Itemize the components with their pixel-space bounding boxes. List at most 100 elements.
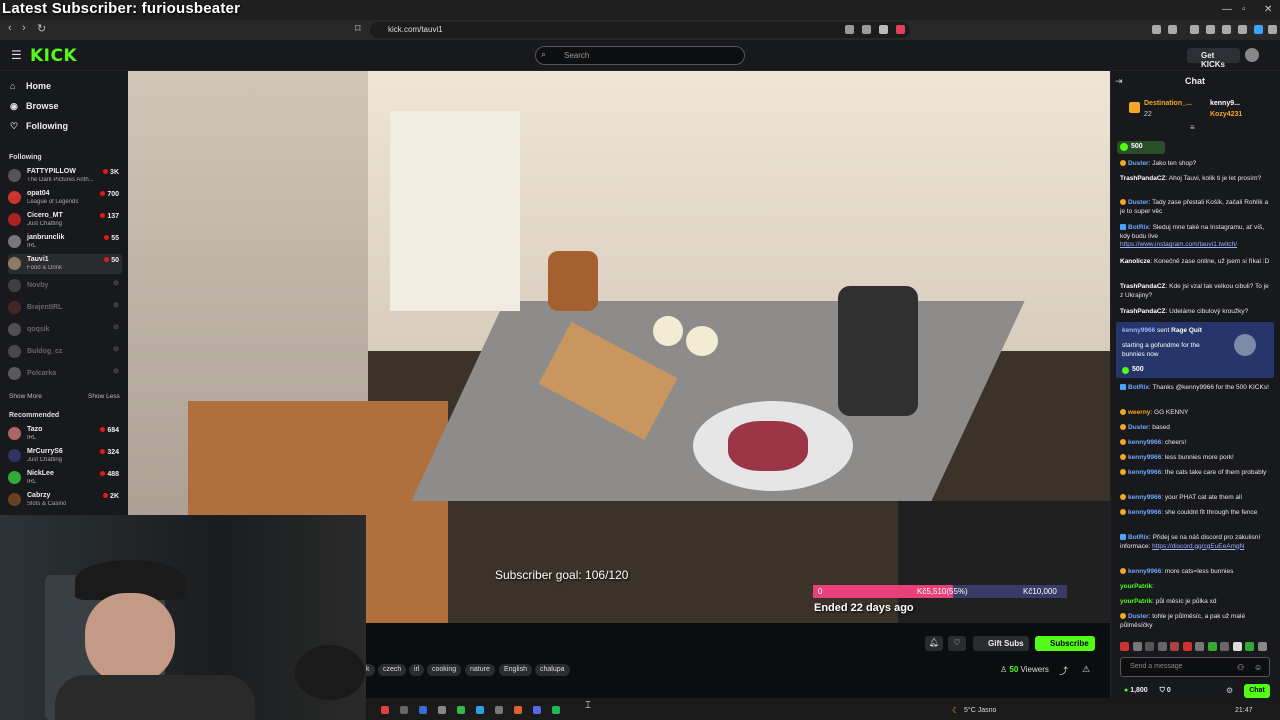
share-icon[interactable] — [862, 25, 871, 34]
translate-icon[interactable] — [845, 25, 854, 34]
notification-bell-icon[interactable]: 🔔︎ — [925, 636, 943, 651]
app-icon[interactable] — [514, 706, 522, 714]
forward-icon[interactable]: › — [22, 22, 26, 34]
app-icon[interactable] — [457, 706, 465, 714]
tag-chip[interactable]: nature — [465, 664, 495, 676]
chat-username[interactable]: BotRix — [1128, 384, 1149, 391]
brave-icon[interactable] — [381, 706, 389, 714]
chat-input[interactable]: Send a message — [1120, 657, 1270, 677]
emoji-icon[interactable]: ☺ — [1254, 663, 1262, 672]
chat-username[interactable]: Kanolicze — [1120, 258, 1150, 265]
chat-username[interactable]: kenny9966 — [1128, 439, 1161, 446]
following-channel[interactable]: Tauvi1 Food & Drink 50 — [8, 254, 122, 274]
wallet-icon[interactable] — [1238, 25, 1247, 34]
recommended-channel[interactable]: NickLee IRL 488 — [8, 468, 122, 488]
chat-username[interactable]: kenny9966 — [1128, 568, 1161, 575]
subscribe-button[interactable]: Subscribe — [1035, 636, 1095, 651]
chat-username[interactable]: TrashPandaCZ — [1120, 175, 1166, 182]
following-channel[interactable]: janbrunclik IRL 55 — [8, 232, 122, 252]
extension-icon[interactable] — [1222, 25, 1231, 34]
chat-username[interactable]: kenny9966 — [1128, 509, 1161, 516]
chat-username[interactable]: BotRix — [1128, 224, 1149, 231]
chat-username[interactable]: Duster — [1128, 613, 1149, 620]
emote-icon[interactable] — [1195, 642, 1204, 651]
following-channel[interactable]: Buldog_cz ⊘ — [8, 342, 122, 362]
following-channel[interactable]: Cicero_MT Just Chatting 137 — [8, 210, 122, 230]
rage-quit-user[interactable]: kenny9966 — [1122, 327, 1155, 334]
chat-username[interactable]: kenny9966 — [1128, 494, 1161, 501]
recommended-channel[interactable]: Tazo IRL 684 — [8, 424, 122, 444]
app-icon[interactable] — [476, 706, 484, 714]
emote-icon[interactable] — [1257, 642, 1267, 651]
app-icon[interactable] — [495, 706, 503, 714]
get-kicks-button[interactable]: Get KICKs — [1187, 48, 1240, 69]
url-field[interactable]: kick.com/tauvi1 — [370, 22, 910, 38]
reload-icon[interactable]: ↻ — [37, 22, 46, 35]
emote-icon[interactable] — [1157, 642, 1167, 651]
chat-username[interactable]: Duster — [1128, 199, 1149, 206]
emote-icon[interactable] — [1145, 642, 1154, 651]
sidebar-toggle-icon[interactable] — [1206, 25, 1215, 34]
extension-icon[interactable] — [896, 25, 905, 34]
maximize-icon[interactable]: ▫ — [1242, 4, 1246, 15]
chat-username[interactable]: yourPatrik — [1120, 583, 1152, 590]
kicks-balance[interactable]: ● 1,800 ⛉ 0 — [1124, 687, 1171, 695]
tag-chip[interactable]: chalupa — [535, 664, 570, 676]
emote-icon[interactable] — [1120, 642, 1129, 651]
app-icon[interactable] — [438, 706, 446, 714]
chat-username[interactable]: TrashPandaCZ — [1120, 283, 1166, 290]
chat-username[interactable]: yourPatrik — [1120, 598, 1152, 605]
following-channel[interactable]: BrajentIRL ⊘ — [8, 298, 122, 318]
emote-icon[interactable] — [1170, 642, 1179, 651]
chat-username[interactable]: Duster — [1128, 160, 1149, 167]
chat-username[interactable]: BotRix — [1128, 534, 1149, 541]
send-chat-button[interactable]: Chat — [1244, 684, 1270, 698]
bookmark-icon[interactable]: ⌑ — [355, 22, 361, 35]
nav-browse[interactable]: ◉ Browse — [10, 101, 59, 112]
chat-username[interactable]: TrashPandaCZ — [1120, 308, 1166, 315]
tag-chip[interactable]: cooking — [427, 664, 462, 676]
user-avatar[interactable] — [1245, 48, 1259, 62]
show-more-link[interactable]: Show More — [9, 393, 42, 400]
nav-following[interactable]: ♡ Following — [10, 121, 68, 132]
spotify-icon[interactable] — [552, 706, 560, 714]
following-channel[interactable]: opat04 League of Legends 700 — [8, 188, 122, 208]
app-icon[interactable] — [400, 706, 408, 714]
close-icon[interactable]: ✕ — [1264, 4, 1272, 15]
extension-icon[interactable] — [1152, 25, 1161, 34]
expand-icon[interactable]: ≡ — [1190, 123, 1195, 132]
search-input[interactable]: Search — [535, 46, 745, 65]
tag-chip[interactable]: English — [499, 664, 532, 676]
tag-chip[interactable]: irl — [409, 664, 425, 676]
chat-username[interactable]: Duster — [1128, 424, 1149, 431]
show-less-link[interactable]: Show Less — [88, 393, 120, 400]
minimize-icon[interactable]: — — [1222, 4, 1232, 15]
app-icon[interactable] — [419, 706, 427, 714]
following-channel[interactable]: FATTYPILLOW The Dark Pictures Anth... 3K — [8, 166, 122, 186]
emote-picker-icon[interactable]: ⚇ — [1237, 663, 1244, 672]
follow-heart-icon[interactable]: ♡ — [948, 636, 966, 651]
collapse-chat-icon[interactable]: ⇥ — [1115, 76, 1123, 87]
supporter-name[interactable]: Kozy4231 — [1210, 111, 1242, 118]
emote-icon[interactable] — [1245, 642, 1254, 651]
emote-icon[interactable] — [1207, 642, 1217, 651]
vpn-icon[interactable] — [1254, 25, 1263, 34]
emote-icon[interactable] — [1132, 642, 1142, 651]
kick-logo[interactable]: KICK — [30, 46, 77, 66]
top-supporter-name[interactable]: Destination_... — [1144, 100, 1192, 107]
extension-icon[interactable] — [1168, 25, 1177, 34]
back-icon[interactable]: ‹ — [8, 22, 12, 34]
chat-link[interactable]: https://discord.gg/cgEuEeAmgN — [1152, 543, 1244, 550]
report-icon[interactable]: ⚠ — [1082, 664, 1090, 675]
chat-username[interactable]: weerny — [1128, 409, 1150, 416]
chat-username[interactable]: kenny9966 — [1128, 454, 1161, 461]
gift-subs-button[interactable]: Gift Subs — [973, 636, 1029, 651]
chat-username[interactable]: kenny9966 — [1128, 469, 1161, 476]
menu-icon[interactable] — [1268, 25, 1277, 34]
share-icon[interactable]: ⤴ — [1059, 664, 1068, 677]
shield-icon[interactable] — [879, 25, 888, 34]
hamburger-menu-icon[interactable]: ☰ — [11, 48, 22, 62]
extension-icon[interactable] — [1190, 25, 1199, 34]
emote-icon[interactable] — [1232, 642, 1242, 651]
chat-link[interactable]: https://www.instagram.com/tauvi1.twitch/ — [1120, 241, 1237, 248]
